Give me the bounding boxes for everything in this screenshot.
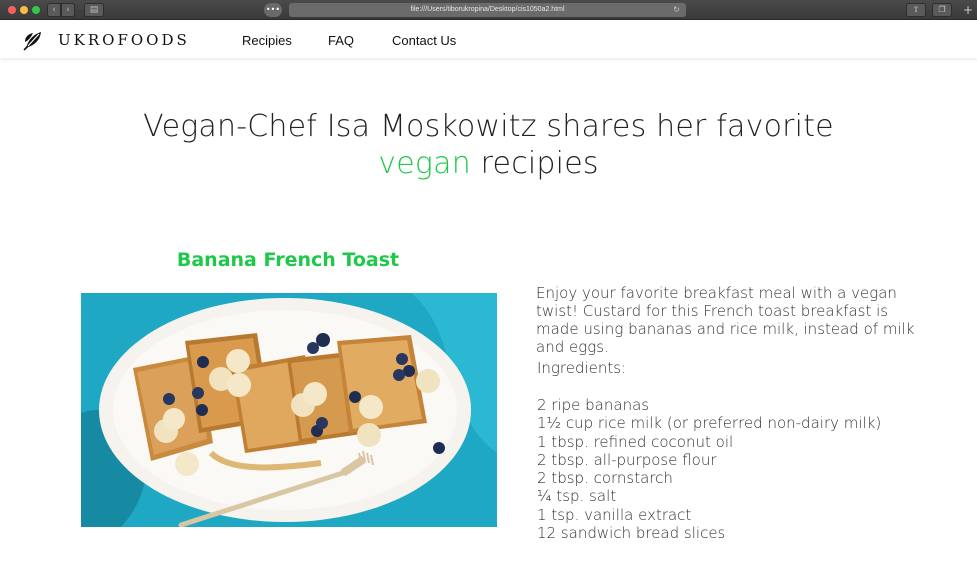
address-bar[interactable]: file:///Users/tiborukropina/Desktop/cis1… [289,3,686,17]
hero-accent-word: vegan [378,146,471,181]
url-text: file:///Users/tiborukropina/Desktop/cis1… [410,6,565,13]
ingredient-item: 1 tbsp. refined coconut oil [537,432,734,451]
ingredient-item: 1½ cup rice milk (or preferred non-dairy… [537,414,882,433]
new-tab-button[interactable]: + [961,2,975,18]
ingredient-item: 2 tbsp. cornstarch [537,469,673,488]
hero-heading: Vegan-Chef Isa Moskowitz shares her favo… [0,108,977,182]
tab-overview-icon[interactable]: ❐ [932,3,952,17]
ingredient-item: 12 sandwich bread slices [537,524,726,543]
back-button[interactable]: ‹ [47,3,61,17]
forward-button[interactable]: › [61,3,75,17]
ingredient-item: 1 tsp. vanilla extract [537,505,692,524]
sidebar-toggle-icon[interactable]: ▤ [84,3,104,17]
nav-link-faq[interactable]: FAQ [328,33,354,48]
browser-toolbar: ‹ › ▤ ••• file:///Users/tiborukropina/De… [0,0,977,20]
nav-link-contact-us[interactable]: Contact Us [392,33,456,48]
minimize-window-button[interactable] [20,6,28,14]
french-toast-photo [81,293,497,527]
chat-bubble-icon[interactable]: ••• [264,3,282,17]
ingredient-item: 2 ripe bananas [537,396,650,414]
ingredients-heading: Ingredients: [537,359,627,377]
site-header: UKROFOODS Recipies FAQ Contact Us [0,21,977,58]
ingredients-list: 2 ripe bananas 1½ cup rice milk (or pref… [537,396,881,542]
recipe-title: Banana French Toast [176,249,400,271]
leaf-logo-icon[interactable] [22,29,44,51]
brand-logo-text[interactable]: UKROFOODS [58,31,190,49]
hero-line-1: Vegan-Chef Isa Moskowitz shares her favo… [143,109,834,144]
hero-line-2-rest: recipies [470,146,599,181]
nav-link-recipies[interactable]: Recipies [242,33,292,48]
ingredient-item: 2 tbsp. all-purpose flour [537,450,717,469]
reload-icon[interactable]: ↻ [673,3,680,17]
zoom-window-button[interactable] [32,6,40,14]
ingredient-item: ¼ tsp. salt [537,487,617,506]
close-window-button[interactable] [8,6,16,14]
share-icon[interactable]: ⇧ [906,3,926,17]
recipe-description: Enjoy your favorite breakfast meal with … [536,284,915,356]
